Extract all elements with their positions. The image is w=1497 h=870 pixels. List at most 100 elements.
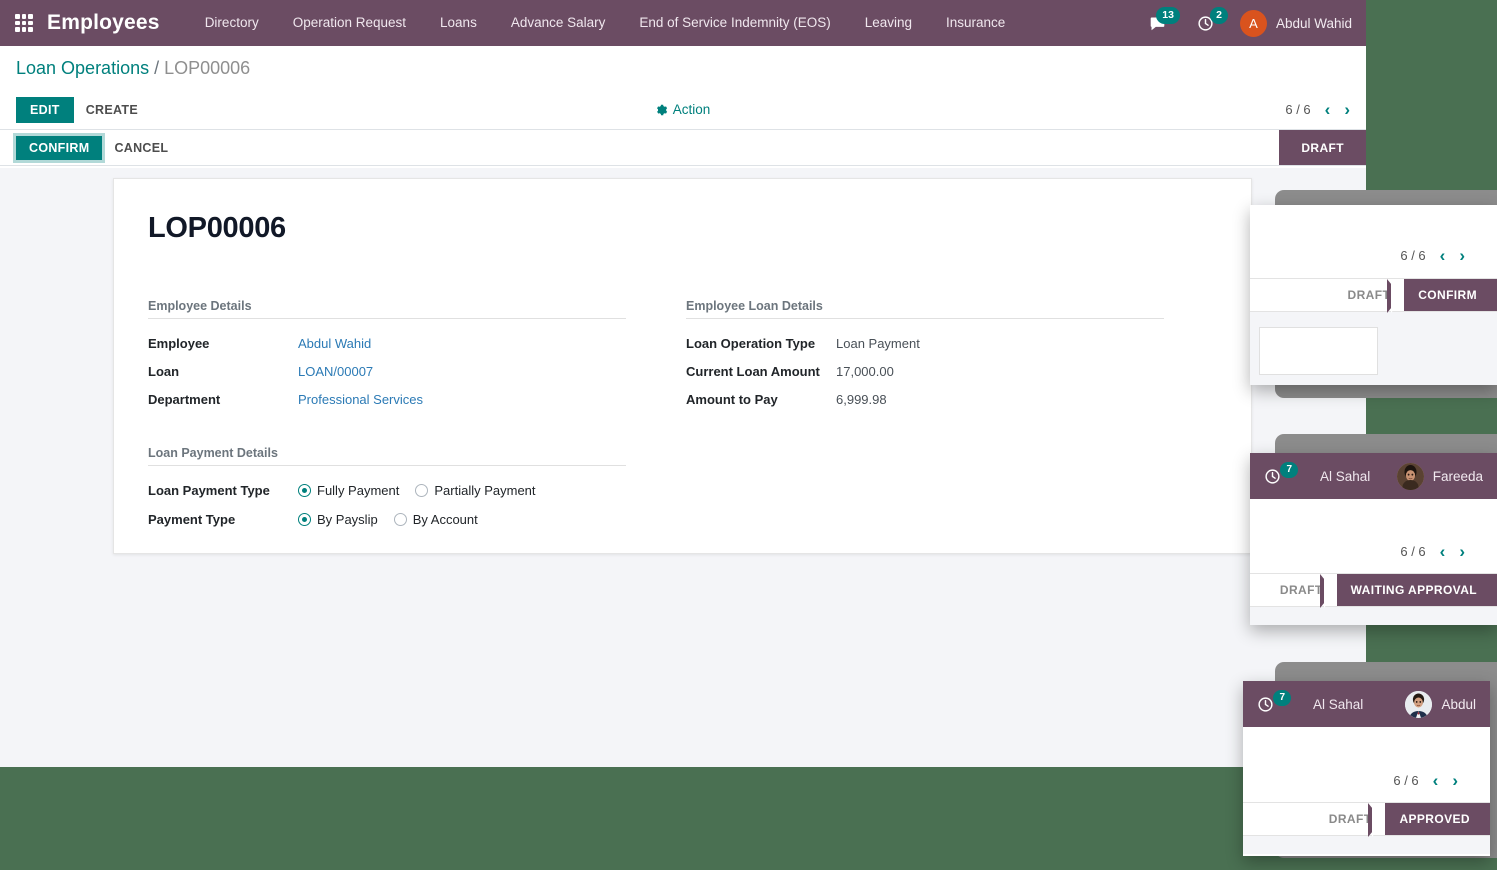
field-value-current-loan-amount: 17,000.00 [836, 363, 894, 379]
preview-card-2-stage-active[interactable]: WAITING APPROVAL [1319, 574, 1497, 608]
preview-card-3-company-name[interactable]: Al Sahal [1313, 697, 1363, 712]
preview-card-1-statusbar: DRAFT CONFIRM [1250, 278, 1497, 313]
field-loan: Loan LOAN/00007 [148, 357, 626, 385]
clock-activity-icon [1258, 696, 1273, 712]
group-title-loan-payment-details: Loan Payment Details [148, 446, 626, 466]
preview-card-2-body: 6 / 6 ‹ › [1250, 499, 1497, 573]
nav-item-advance-salary[interactable]: Advance Salary [494, 0, 623, 46]
field-payment-type: Payment Type By Payslip By Account [148, 505, 626, 534]
preview-card-2-username: Fareeda [1432, 468, 1483, 484]
preview-card-3-pager-previous[interactable]: ‹ [1433, 772, 1439, 789]
breadcrumb: Loan Operations / LOP00006 [0, 46, 1366, 90]
preview-card-3[interactable]: 7 Al Sahal Abdul 6 / 6 ‹ › DRAFT APPROVE… [1243, 681, 1490, 856]
preview-card-2-pager: 6 / 6 ‹ › [1250, 499, 1497, 560]
messages-button[interactable]: 13 [1136, 7, 1180, 38]
create-button[interactable]: CREATE [74, 97, 150, 123]
field-loan-operation-type: Loan Operation Type Loan Payment [686, 329, 1164, 357]
preview-card-1[interactable]: 6 / 6 ‹ › DRAFT CONFIRM [1250, 205, 1497, 385]
form-statusbar: CONFIRM CANCEL DRAFT [0, 130, 1366, 166]
breadcrumb-current-record: LOP00006 [164, 57, 251, 78]
user-menu[interactable]: A Abdul Wahid [1232, 9, 1352, 37]
radio-group-payment-type: By Payslip By Account [298, 512, 478, 527]
preview-card-2-pager-value: 6 / 6 [1400, 544, 1426, 559]
nav-item-directory[interactable]: Directory [188, 0, 276, 46]
field-value-loan[interactable]: LOAN/00007 [298, 364, 373, 379]
grid-apps-icon[interactable] [15, 14, 33, 32]
radio-label-partially-payment: Partially Payment [434, 483, 536, 498]
status-stage-pills: DRAFT [1279, 130, 1366, 165]
preview-card-1-footer [1250, 312, 1497, 385]
breadcrumb-separator: / [154, 57, 160, 78]
nav-item-operation-request[interactable]: Operation Request [276, 0, 423, 46]
form-sheet: LOP00006 Employee Details Employee Abdul… [113, 178, 1252, 554]
radio-indicator-by-payslip[interactable] [298, 513, 311, 526]
action-menu-label: Action [672, 102, 711, 117]
preview-card-2-pager-next[interactable]: › [1459, 543, 1465, 560]
preview-card-3-pager-next[interactable]: › [1452, 772, 1458, 789]
form-columns: Employee Details Employee Abdul Wahid Lo… [148, 299, 1217, 534]
edit-button[interactable]: EDIT [16, 96, 74, 123]
preview-card-3-user-menu[interactable]: Abdul [1405, 690, 1476, 718]
preview-card-3-pager-value: 6 / 6 [1393, 773, 1419, 788]
field-amount-to-pay: Amount to Pay 6,999.98 [686, 385, 1164, 413]
user-photo-icon [1396, 462, 1424, 490]
field-label-current-loan-amount: Current Loan Amount [686, 363, 820, 379]
field-label-loan: Loan [148, 363, 180, 379]
radio-option-by-account[interactable]: By Account [393, 512, 478, 527]
preview-card-3-statusbar: DRAFT APPROVED [1243, 802, 1490, 837]
pager-next-button[interactable]: › [1344, 101, 1350, 118]
app-brand-title[interactable]: Employees [47, 11, 160, 35]
preview-card-3-stage-active[interactable]: APPROVED [1368, 803, 1490, 837]
radio-option-by-payslip[interactable]: By Payslip [298, 512, 378, 527]
cancel-button[interactable]: CANCEL [102, 136, 180, 160]
avatar: A [1239, 9, 1267, 37]
form-column-left: Employee Details Employee Abdul Wahid Lo… [148, 299, 626, 534]
nav-item-loans[interactable]: Loans [423, 0, 494, 46]
preview-card-3-pager: 6 / 6 ‹ › [1243, 727, 1490, 789]
activities-button[interactable]: 2 [1184, 7, 1228, 38]
preview-card-1-stage-active[interactable]: CONFIRM [1387, 279, 1497, 313]
field-value-employee[interactable]: Abdul Wahid [298, 336, 371, 351]
field-value-department[interactable]: Professional Services [298, 392, 423, 407]
messages-count-badge: 13 [1156, 7, 1180, 24]
preview-card-2[interactable]: 7 Al Sahal Fareeda 6 / 6 ‹ › DRAFT WAITI… [1250, 453, 1497, 625]
radio-indicator-fully-payment[interactable] [298, 484, 311, 497]
radio-indicator-partially-payment[interactable] [415, 484, 429, 497]
preview-card-2-activities-count: 7 [1280, 462, 1298, 478]
pager-previous-button[interactable]: ‹ [1325, 101, 1331, 118]
field-loan-payment-type: Loan Payment Type Fully Payment Partiall… [148, 476, 626, 505]
preview-card-3-activities-button[interactable]: 7 [1257, 690, 1291, 717]
nav-item-end-of-service-indemnity[interactable]: End of Service Indemnity (EOS) [622, 0, 847, 46]
preview-card-2-pager-previous[interactable]: ‹ [1440, 543, 1446, 560]
field-label-employee: Employee [148, 335, 210, 351]
radio-label-fully-payment: Fully Payment [317, 483, 400, 498]
status-badge[interactable]: DRAFT [1279, 130, 1366, 165]
preview-card-3-username: Abdul [1441, 696, 1476, 712]
preview-card-1-pager-next[interactable]: › [1459, 247, 1465, 264]
nav-item-leaving[interactable]: Leaving [848, 0, 929, 46]
clock-activity-icon [1265, 468, 1280, 484]
confirm-button[interactable]: CONFIRM [12, 132, 106, 163]
action-menu-button[interactable]: Action [656, 102, 711, 117]
radio-option-fully-payment[interactable]: Fully Payment [298, 483, 399, 498]
preview-card-1-pager-previous[interactable]: ‹ [1440, 247, 1446, 264]
user-name-label: Abdul Wahid [1275, 15, 1352, 31]
group-title-employee-details: Employee Details [148, 299, 626, 319]
preview-card-2-activities-button[interactable]: 7 [1264, 462, 1298, 489]
preview-card-3-activities-count: 7 [1273, 690, 1291, 706]
radio-indicator-by-account[interactable] [393, 513, 407, 526]
preview-card-2-footer [1250, 607, 1497, 625]
preview-card-3-navbar: 7 Al Sahal Abdul [1243, 681, 1490, 727]
preview-card-2-company-name[interactable]: Al Sahal [1320, 469, 1370, 484]
form-sheet-background: LOP00006 Employee Details Employee Abdul… [0, 168, 1366, 767]
preview-card-3-footer [1243, 836, 1490, 854]
preview-card-1-body: 6 / 6 ‹ › [1250, 205, 1497, 278]
field-value-loan-operation-type: Loan Payment [836, 335, 920, 351]
preview-card-2-user-menu[interactable]: Fareeda [1396, 462, 1483, 490]
nav-item-insurance[interactable]: Insurance [929, 0, 1022, 46]
odoo-app-surface: Employees Directory Operation Request Lo… [0, 0, 1366, 767]
field-label-loan-payment-type: Loan Payment Type [148, 483, 270, 498]
breadcrumb-root-link[interactable]: Loan Operations [16, 58, 149, 79]
radio-option-partially-payment[interactable]: Partially Payment [415, 483, 536, 498]
preview-card-1-pager: 6 / 6 ‹ › [1250, 205, 1497, 264]
